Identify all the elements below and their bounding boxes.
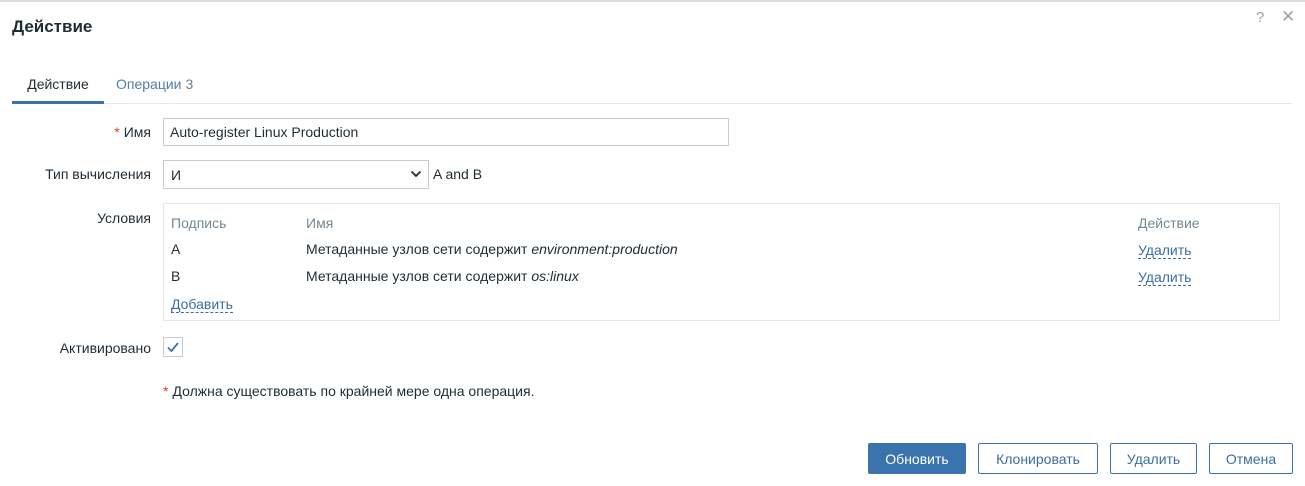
tab-action-label: Действие [27, 76, 89, 92]
header-label: Подпись [171, 215, 227, 231]
close-icon[interactable]: ✕ [1281, 7, 1295, 27]
remove-condition-a-link[interactable]: Удалить [1138, 242, 1192, 259]
calc-type-select[interactable]: И [163, 160, 429, 189]
required-mark: * [114, 124, 120, 140]
clone-button[interactable]: Клонировать [978, 443, 1098, 474]
tab-operations-label: Операции [116, 76, 182, 92]
tab-operations[interactable]: Операции 3 [116, 68, 193, 104]
tab-action[interactable]: Действие [12, 68, 104, 104]
conditions-table: Подпись Имя Действие A Метаданные узлов … [163, 203, 1280, 321]
required-note: * Должна существовать по крайней мере одн… [163, 383, 534, 399]
header-action: Действие [1138, 215, 1200, 231]
remove-condition-b-link[interactable]: Удалить [1138, 269, 1192, 286]
tab-operations-count: 3 [185, 76, 194, 92]
condition-label-b: B [171, 268, 181, 284]
enabled-label: Активировано [59, 340, 151, 356]
name-label: * Имя [114, 124, 151, 140]
checkmark-icon [167, 342, 179, 353]
condition-value-a: environment:production [531, 241, 678, 257]
name-input[interactable] [163, 118, 729, 146]
condition-name-b: Метаданные узлов сети содержит os:linux [306, 268, 579, 284]
cancel-button[interactable]: Отмена [1209, 443, 1293, 474]
note-required-mark: * [163, 383, 169, 399]
calc-type-value: И [171, 167, 182, 183]
note-text: Должна существовать по крайней мере одна… [172, 383, 535, 399]
chevron-down-icon [410, 170, 422, 178]
formula-text: A and B [433, 166, 483, 182]
dialog-title: Действие [12, 17, 93, 36]
condition-name-a: Метаданные узлов сети содержит environme… [306, 241, 678, 257]
update-button[interactable]: Обновить [868, 443, 966, 474]
help-icon[interactable]: ? [1256, 9, 1264, 26]
conditions-label: Условия [97, 210, 151, 226]
name-label-text: Имя [123, 124, 151, 140]
condition-label-a: A [171, 241, 181, 257]
condition-value-b: os:linux [531, 268, 579, 284]
add-condition-link[interactable]: Добавить [171, 296, 233, 313]
dialog-top-border [0, 0, 1305, 2]
enabled-checkbox[interactable] [163, 337, 183, 357]
header-name: Имя [306, 215, 334, 231]
tab-bar: Действие Операции 3 [12, 68, 1292, 104]
delete-button[interactable]: Удалить [1110, 443, 1197, 474]
calc-type-label: Тип вычисления [45, 166, 151, 182]
